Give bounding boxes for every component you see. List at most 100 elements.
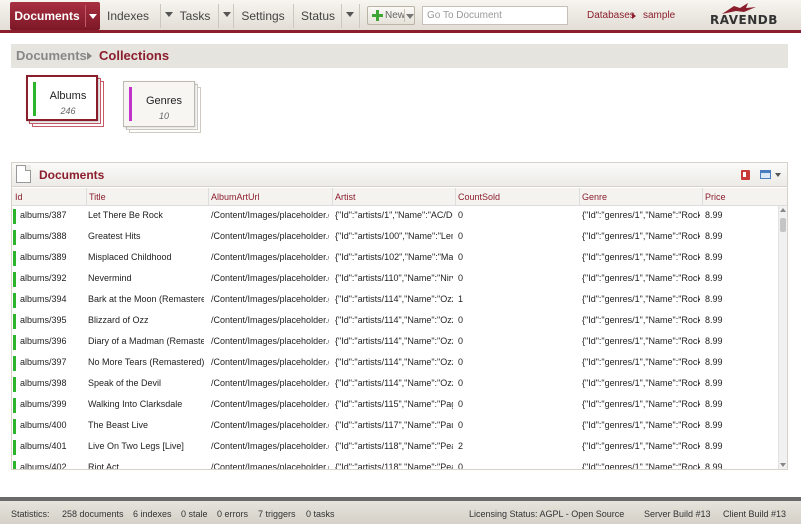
cell-title: Misplaced Childhood: [88, 252, 172, 262]
cell-title: Speak of the Devil: [88, 378, 162, 388]
documents-table-header: Id Title AlbumArtUrl Artist CountSold Ge…: [12, 188, 787, 206]
chevron-down-icon[interactable]: [89, 14, 97, 19]
scrollbar-thumb[interactable]: [780, 218, 786, 232]
nav-tasks-button[interactable]: Tasks: [172, 4, 218, 28]
collection-tile-albums[interactable]: Albums 246: [26, 75, 104, 127]
cell-price: 8.99: [705, 420, 723, 430]
table-row[interactable]: albums/398 Speak of the Devil/Content/Ima…: [12, 374, 778, 395]
table-row[interactable]: albums/387 Let There Be Rock/Content/Imag…: [12, 206, 778, 227]
collection-tile-genres[interactable]: Genres 10: [123, 81, 201, 133]
nav-divider: [160, 4, 161, 28]
table-row[interactable]: albums/389 Misplaced Childhood/Content/Im…: [12, 248, 778, 269]
tasks-count[interactable]: 0 tasks: [306, 509, 335, 519]
new-chevron-down-icon[interactable]: [406, 14, 414, 19]
cell-genre: {"Id":"genres/1","Name":"Rock"}: [582, 294, 700, 304]
collection-color-marker: [13, 461, 16, 469]
column-header-price[interactable]: Price: [705, 192, 726, 202]
tasks-chevron-down-icon[interactable]: [223, 12, 231, 17]
collection-color-bar: [129, 87, 132, 121]
indexes-count[interactable]: 6 indexes: [133, 509, 172, 519]
column-divider[interactable]: [579, 188, 580, 206]
column-header-title[interactable]: Title: [89, 192, 106, 202]
cell-albumarturl: /Content/Images/placeholder.gif: [211, 357, 329, 367]
cell-price: 8.99: [705, 210, 723, 220]
chevron-right-icon: [87, 52, 92, 60]
cell-genre: {"Id":"genres/1","Name":"Rock"}: [582, 462, 700, 470]
scroll-down-arrow-icon[interactable]: [780, 463, 786, 467]
nav-documents-label: Documents: [14, 9, 80, 23]
cell-albumarturl: /Content/Images/placeholder.gif: [211, 420, 329, 430]
logo-text: RAVENDB: [710, 13, 778, 27]
documents-table-body: albums/387 Let There Be Rock/Content/Imag…: [12, 206, 778, 470]
licensing-status[interactable]: Licensing Status: AGPL - Open Source: [469, 509, 624, 519]
column-divider[interactable]: [208, 188, 209, 206]
tile-card: Genres 10: [123, 81, 195, 127]
cell-genre: {"Id":"genres/1","Name":"Rock"}: [582, 399, 700, 409]
cell-price: 8.99: [705, 315, 723, 325]
column-header-albumarturl[interactable]: AlbumArtUrl: [211, 192, 260, 202]
nav-settings-button[interactable]: Settings: [234, 4, 292, 28]
cell-albumarturl: /Content/Images/placeholder.gif: [211, 315, 329, 325]
delete-icon[interactable]: [741, 170, 750, 180]
table-row[interactable]: albums/395 Blizzard of Ozz/Content/Images…: [12, 311, 778, 332]
scroll-up-arrow-icon[interactable]: [780, 208, 786, 212]
cell-countsold: 0: [458, 210, 464, 220]
new-button[interactable]: New: [367, 6, 415, 25]
cell-id: albums/387: [20, 210, 67, 220]
cell-id: albums/397: [20, 357, 67, 367]
cell-countsold: 0: [458, 378, 464, 388]
table-row[interactable]: albums/401 Live On Two Legs [Live] /Conten…: [12, 437, 778, 458]
chevron-down-icon[interactable]: [775, 173, 781, 177]
column-divider[interactable]: [702, 188, 703, 206]
databases-link[interactable]: Databases: [587, 10, 635, 21]
column-header-countsold[interactable]: CountSold: [458, 192, 500, 202]
document-icon: [16, 165, 31, 183]
column-header-artist[interactable]: Artist: [335, 192, 356, 202]
table-row[interactable]: albums/397 No More Tears (Remastered) /Con…: [12, 353, 778, 374]
cell-artist: {"Id":"artists/110","Name":"Nirvana"}: [335, 273, 453, 283]
table-row[interactable]: albums/400 The Beast Live/Content/Images/…: [12, 416, 778, 437]
column-header-id[interactable]: Id: [15, 192, 23, 202]
go-to-document-input[interactable]: [422, 6, 568, 25]
view-options-icon[interactable]: [760, 170, 771, 179]
breadcrumb-documents-link[interactable]: Documents: [16, 48, 87, 63]
status-bar: Statistics: 258 documents 6 indexes 0 st…: [0, 497, 801, 524]
nav-indexes-button[interactable]: Indexes: [100, 4, 156, 28]
column-divider[interactable]: [332, 188, 333, 206]
cell-artist: {"Id":"artists/114","Name":"Ozzy Osbourn…: [335, 315, 453, 325]
stale-count[interactable]: 0 stale: [181, 509, 208, 519]
cell-albumarturl: /Content/Images/placeholder.gif: [211, 273, 329, 283]
cell-countsold: 0: [458, 399, 464, 409]
cell-artist: {"Id":"artists/114","Name":"Ozzy Osbourn…: [335, 378, 453, 388]
column-header-genre[interactable]: Genre: [582, 192, 607, 202]
new-button-label: New: [385, 10, 406, 21]
table-row[interactable]: albums/396 Diary of a Madman (Remastered)…: [12, 332, 778, 353]
database-name-link[interactable]: sample: [643, 10, 675, 21]
cell-countsold: 0: [458, 462, 464, 470]
collection-color-marker: [13, 398, 16, 413]
table-row[interactable]: albums/388 Greatest Hits/Content/Images/p…: [12, 227, 778, 248]
column-divider[interactable]: [86, 188, 87, 206]
cell-albumarturl: /Content/Images/placeholder.gif: [211, 462, 329, 470]
nav-documents-button[interactable]: Documents: [10, 2, 100, 30]
status-chevron-down-icon[interactable]: [346, 12, 354, 17]
table-row[interactable]: albums/399 Walking Into Clarksdale/Conten…: [12, 395, 778, 416]
cell-genre: {"Id":"genres/1","Name":"Rock"}: [582, 315, 700, 325]
tile-card: Albums 246: [26, 75, 98, 121]
cell-artist: {"Id":"artists/118","Name":"Pearl Jam"}: [335, 462, 453, 470]
table-row[interactable]: albums/394 Bark at the Moon (Remastered) /…: [12, 290, 778, 311]
column-divider[interactable]: [455, 188, 456, 206]
cell-artist: {"Id":"artists/1","Name":"AC/DC"}: [335, 210, 453, 220]
triggers-count[interactable]: 7 triggers: [258, 509, 296, 519]
table-row[interactable]: albums/392 Nevermind/Content/Images/place…: [12, 269, 778, 290]
cell-albumarturl: /Content/Images/placeholder.gif: [211, 252, 329, 262]
cell-countsold: 2: [458, 441, 464, 451]
cell-artist: {"Id":"artists/102","Name":"Marillion"}: [335, 252, 453, 262]
nav-status-button[interactable]: Status: [294, 4, 342, 28]
cell-countsold: 0: [458, 252, 464, 262]
table-row[interactable]: albums/402 Riot Act/Content/Images/placeh…: [12, 458, 778, 470]
cell-artist: {"Id":"artists/117","Name":"Paul D'Ianno…: [335, 420, 453, 430]
vertical-scrollbar[interactable]: [778, 206, 787, 469]
documents-count[interactable]: 258 documents: [62, 509, 124, 519]
errors-count[interactable]: 0 errors: [217, 509, 248, 519]
